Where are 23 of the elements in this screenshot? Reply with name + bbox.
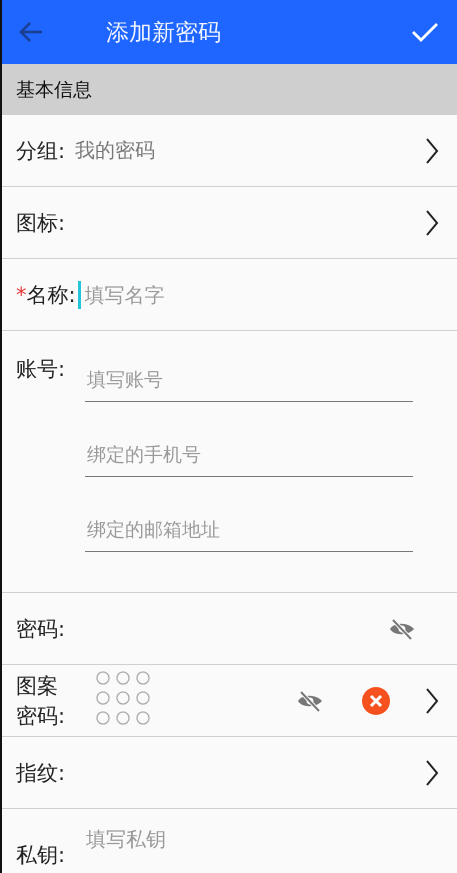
field-label: 分组: [16,138,66,164]
input-field[interactable]: 填写私钥 [79,825,439,853]
chevron-right-icon[interactable] [425,136,439,164]
field-label: 图案密码: [16,672,66,730]
field-label: 账号: [16,356,66,383]
field-label: 图标: [16,210,66,236]
input-field[interactable]: 填写账号 [85,365,414,402]
field-label: 私钥: [16,843,66,867]
field-label: 指纹: [16,760,66,786]
check-icon[interactable] [411,21,439,43]
chevron-right-icon[interactable] [425,208,439,236]
field-label: 名称: [26,282,76,308]
field-value: 我的密码 [75,137,156,164]
chevron-right-icon[interactable] [425,758,439,786]
window-title: 添加新密码 [106,18,222,48]
input-field[interactable]: 填写名字 [78,280,439,308]
chevron-right-icon[interactable] [425,686,439,714]
clear-icon[interactable] [361,686,391,716]
section-title: 基本信息 [16,78,92,102]
field-label: 密码: [16,616,66,642]
required-mark: * [16,282,26,306]
input-field[interactable]: 绑定的邮箱地址 [85,515,414,552]
input-field[interactable]: 绑定的手机号 [85,440,414,477]
